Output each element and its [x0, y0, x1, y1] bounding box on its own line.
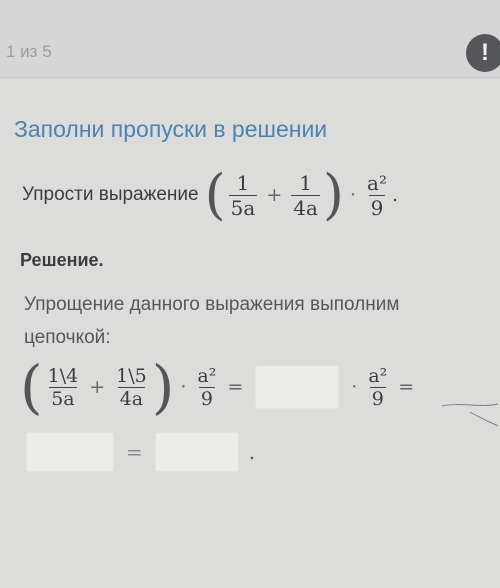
fraction-2: 1\5 4a — [114, 365, 149, 410]
fraction-3-denominator: 9 — [198, 386, 215, 410]
fraction-1-denominator: 5a — [49, 386, 77, 410]
answer-blank-1[interactable] — [255, 365, 340, 409]
end-period: . — [391, 184, 399, 206]
equals-sign-3: = — [126, 440, 143, 464]
scribble-mark — [441, 403, 499, 427]
fraction-3-denominator: 9 — [368, 194, 386, 220]
fraction-2-numerator: 1\5 — [116, 364, 147, 387]
fraction-1: 1\4 5a — [46, 365, 81, 410]
plus-sign: + — [89, 376, 106, 398]
dot-operator: · — [349, 184, 357, 206]
close-paren: ) — [151, 353, 175, 421]
dot-operator-2: · — [351, 376, 358, 398]
top-bar: 1 из 5 ! — [0, 0, 500, 78]
fraction-1-denominator: 5a — [228, 194, 258, 220]
fraction-3-numerator: a² — [197, 364, 217, 387]
alert-icon[interactable]: ! — [466, 34, 500, 72]
task-title: Заполни пропуски в решении — [14, 116, 328, 142]
end-period: . — [248, 440, 256, 464]
fraction-3: a² 9 — [195, 365, 218, 410]
open-paren: ( — [204, 163, 226, 226]
fraction-4-denominator: 9 — [369, 386, 386, 410]
fraction-4: a² 9 — [366, 365, 389, 410]
fraction-1-numerator: 1\4 — [47, 364, 79, 387]
answer-blank-3[interactable] — [154, 432, 239, 472]
plus-sign: + — [266, 184, 283, 206]
solution-chain-row-2: = . — [26, 432, 255, 472]
dot-operator: · — [180, 376, 187, 398]
fraction-2-numerator: 1 — [299, 170, 312, 195]
fraction-2-denominator: 4a — [291, 194, 320, 220]
solution-heading: Решение. — [20, 250, 104, 270]
fraction-4-numerator: a² — [368, 364, 388, 387]
solution-chain-row-1: ( 1\4 5a + 1\5 4a ) · a² 9 = · a² 9 = — [20, 358, 420, 416]
fraction-1-numerator: 1 — [236, 170, 250, 195]
task-prompt: Упрости выражение ( 1 5a + 1 4a ) · a² 9… — [22, 168, 398, 222]
fraction-2: 1 4a — [291, 171, 320, 220]
task-progress: 1 из 5 — [6, 42, 52, 61]
equals-sign: = — [227, 376, 244, 398]
fraction-3-numerator: a² — [367, 170, 387, 195]
fraction-1: 1 5a — [228, 170, 258, 220]
equals-sign-2: = — [398, 376, 415, 398]
open-paren: ( — [20, 353, 43, 421]
fraction-3: a² 9 — [365, 171, 389, 220]
fraction-2-denominator: 4a — [117, 386, 146, 410]
prompt-label: Упрости выражение — [22, 184, 199, 205]
answer-blank-2[interactable] — [26, 432, 114, 472]
close-paren: ) — [322, 163, 344, 226]
solution-text: Упрощение данного выражения выполним цеп… — [24, 294, 400, 348]
